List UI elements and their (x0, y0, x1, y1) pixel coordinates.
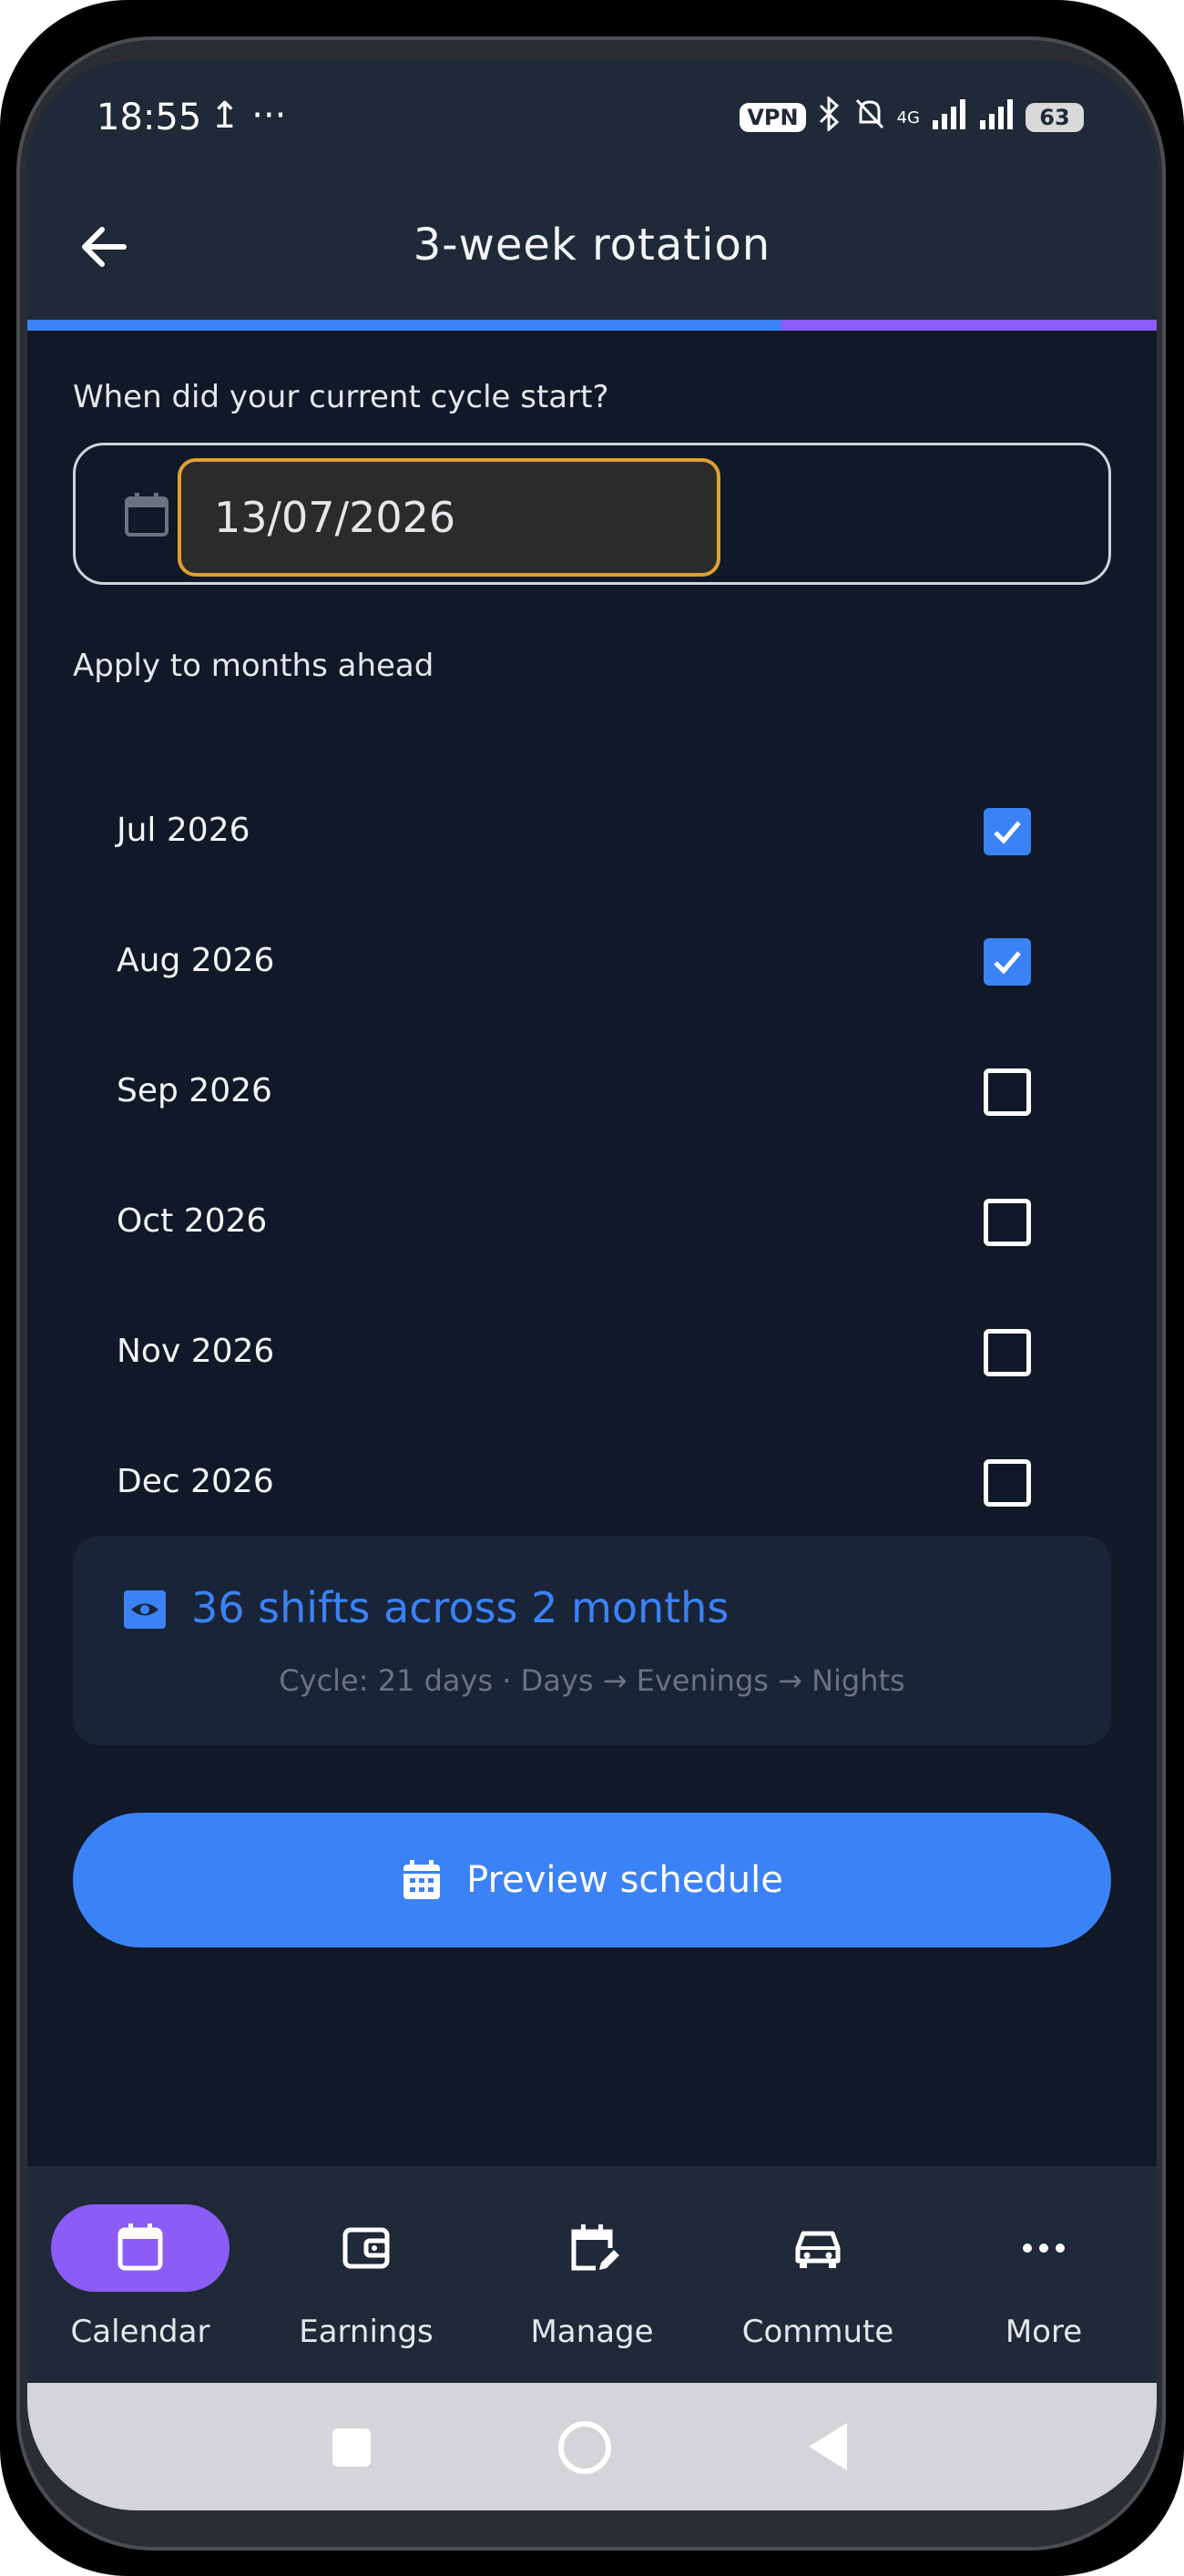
calendar-edit-icon (571, 2224, 619, 2271)
nav-item-earnings[interactable]: Earnings (253, 2166, 479, 2383)
step-progress-bar (27, 320, 1157, 331)
eye-icon (124, 1590, 166, 1629)
months-ahead-label: Apply to months ahead (73, 648, 434, 684)
month-label: Nov 2026 (117, 1333, 275, 1370)
system-navigation-bar (27, 2383, 1157, 2510)
cycle-start-date-input[interactable] (178, 458, 720, 577)
calendar-grid-icon (403, 1860, 441, 1899)
month-row-aug-2026[interactable]: Aug 2026 (73, 905, 1111, 1015)
nav-item-manage[interactable]: Manage (479, 2166, 705, 2383)
nav-label: Calendar (70, 2314, 210, 2350)
status-notification-icons: ↥ ··· (209, 95, 287, 137)
system-back-button[interactable] (809, 2423, 847, 2470)
nav-item-calendar[interactable]: Calendar (27, 2166, 253, 2383)
nav-item-more[interactable]: More (931, 2166, 1157, 2383)
check-icon (994, 821, 1021, 844)
month-checkbox[interactable] (984, 1329, 1031, 1376)
month-checkbox[interactable] (984, 808, 1031, 855)
cycle-start-question: When did your current cycle start? (73, 379, 609, 415)
signal-icon (931, 98, 967, 137)
status-time: 18:55 (97, 97, 202, 138)
phone-screen: 18:55 ↥ ··· VPN 4G 63 3-week rotation Wh… (27, 60, 1157, 2510)
calendar-icon (125, 493, 168, 537)
cycle-start-date-field[interactable] (73, 443, 1111, 585)
month-label: Sep 2026 (117, 1072, 272, 1109)
bottom-navigation: Calendar Earnings Manage Commute More (27, 2166, 1157, 2383)
month-label: Dec 2026 (117, 1463, 274, 1500)
car-icon (795, 2231, 841, 2268)
nav-label: Earnings (299, 2314, 434, 2350)
month-label: Jul 2026 (117, 812, 250, 849)
wallet-icon (342, 2227, 390, 2269)
month-checkbox[interactable] (984, 938, 1031, 986)
home-button[interactable] (558, 2421, 611, 2474)
recents-button[interactable] (332, 2428, 371, 2467)
shift-summary-card: 36 shifts across 2 months Cycle: 21 days… (73, 1536, 1111, 1745)
month-row-oct-2026[interactable]: Oct 2026 (73, 1166, 1111, 1275)
battery-indicator: 63 (1026, 103, 1084, 132)
nav-label: More (1005, 2314, 1083, 2350)
check-icon (994, 951, 1021, 975)
month-checkbox[interactable] (984, 1459, 1031, 1507)
bell-off-icon (853, 97, 886, 138)
signal-icon-2 (978, 98, 1015, 137)
calendar-icon (117, 2223, 163, 2271)
month-checkbox[interactable] (984, 1068, 1031, 1116)
month-label: Oct 2026 (117, 1202, 268, 1240)
month-label: Aug 2026 (117, 942, 275, 979)
month-row-sep-2026[interactable]: Sep 2026 (73, 1036, 1111, 1145)
month-checkbox[interactable] (984, 1199, 1031, 1246)
network-type: 4G (896, 107, 920, 128)
status-indicators: VPN 4G 63 (740, 95, 1084, 138)
summary-title: 36 shifts across 2 months (191, 1583, 730, 1632)
phone-frame: 18:55 ↥ ··· VPN 4G 63 3-week rotation Wh… (0, 0, 1184, 2576)
top-app-bar: 18:55 ↥ ··· VPN 4G 63 3-week rotation (27, 60, 1157, 320)
preview-button-label: Preview schedule (466, 1859, 783, 1901)
nav-label: Manage (530, 2314, 654, 2350)
page-title: 3-week rotation (413, 220, 771, 271)
preview-schedule-button[interactable]: Preview schedule (73, 1813, 1111, 1947)
summary-subtitle: Cycle: 21 days · Days → Evenings → Night… (279, 1663, 905, 1698)
month-row-dec-2026[interactable]: Dec 2026 (73, 1426, 1111, 1536)
month-row-jul-2026[interactable]: Jul 2026 (73, 775, 1111, 884)
nav-label: Commute (741, 2314, 894, 2350)
bluetooth-icon (817, 95, 842, 138)
month-row-nov-2026[interactable]: Nov 2026 (73, 1296, 1111, 1406)
nav-item-commute[interactable]: Commute (705, 2166, 931, 2383)
more-dots-icon (1023, 2244, 1065, 2253)
step-progress-remaining (781, 320, 1157, 331)
vpn-badge: VPN (740, 103, 806, 132)
